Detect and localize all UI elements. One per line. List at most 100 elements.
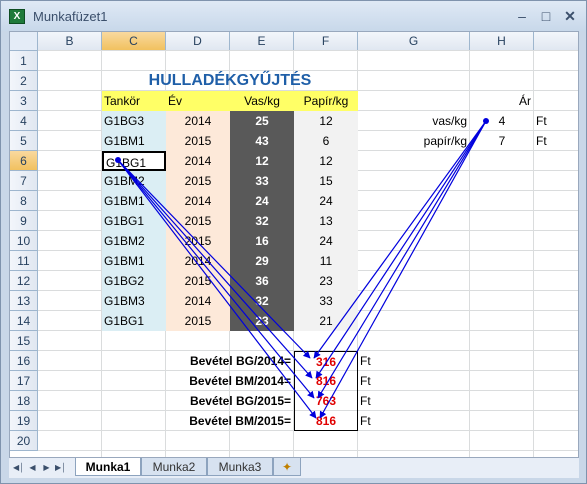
- price-value[interactable]: 7: [470, 131, 534, 151]
- row-header-16[interactable]: 16: [10, 351, 38, 371]
- revenue-unit[interactable]: Ft: [358, 411, 470, 431]
- column-header-extra[interactable]: [534, 32, 578, 51]
- cell-ev[interactable]: 2015: [166, 131, 230, 151]
- next-sheet-icon[interactable]: ▶: [41, 461, 52, 474]
- row-header-6[interactable]: 6: [10, 151, 38, 171]
- revenue-unit[interactable]: Ft: [358, 371, 470, 391]
- cell-vas[interactable]: 33: [230, 171, 294, 191]
- tab-munka1[interactable]: Munka1: [75, 458, 141, 476]
- cell-vas[interactable]: 16: [230, 231, 294, 251]
- price-value[interactable]: 4: [470, 111, 534, 131]
- cell-vas[interactable]: 32: [230, 211, 294, 231]
- revenue-unit[interactable]: Ft: [358, 391, 470, 411]
- cell-tankor[interactable]: G1BM2: [102, 231, 166, 251]
- price-label[interactable]: papír/kg: [358, 131, 470, 151]
- cell-papir[interactable]: 15: [294, 171, 358, 191]
- active-cell[interactable]: G1BG1: [102, 151, 166, 171]
- cell-papir[interactable]: 6: [294, 131, 358, 151]
- cell-ev[interactable]: 2015: [166, 231, 230, 251]
- cell-tankor[interactable]: G1BG1: [102, 211, 166, 231]
- cell-ev[interactable]: 2014: [166, 111, 230, 131]
- row-header-8[interactable]: 8: [10, 191, 38, 211]
- header-tankor[interactable]: Tankör: [102, 91, 166, 111]
- header-ev[interactable]: Év: [166, 91, 230, 111]
- worksheet-grid[interactable]: BCDEFGH 1 2 3 4 5 6 7 8 9 10 11 12 13 14 15 16 17 18 19 20 …: [9, 31, 579, 458]
- tab-munka3[interactable]: Munka3: [207, 458, 273, 476]
- cell-tankor[interactable]: G1BM1: [102, 191, 166, 211]
- price-unit[interactable]: Ft: [534, 131, 547, 151]
- revenue-value[interactable]: 816: [294, 371, 358, 391]
- cell-ev[interactable]: 2014: [166, 251, 230, 271]
- column-header-b[interactable]: B: [38, 32, 102, 51]
- revenue-label[interactable]: Bevétel BG/2014=: [166, 351, 294, 371]
- row-header-20[interactable]: 20: [10, 431, 38, 451]
- maximize-icon[interactable]: □: [535, 7, 557, 25]
- cell-tankor[interactable]: G1BM1: [102, 251, 166, 271]
- cell-tankor[interactable]: G1BM1: [102, 131, 166, 151]
- cell-papir[interactable]: 24: [294, 191, 358, 211]
- cell-tankor[interactable]: G1BM3: [102, 291, 166, 311]
- row-header-1[interactable]: 1: [10, 51, 38, 71]
- cell-ev[interactable]: 2014: [166, 291, 230, 311]
- row-header-7[interactable]: 7: [10, 171, 38, 191]
- cell-papir[interactable]: 33: [294, 291, 358, 311]
- row-header-17[interactable]: 17: [10, 371, 38, 391]
- row-header-5[interactable]: 5: [10, 131, 38, 151]
- column-header-e[interactable]: E: [230, 32, 294, 51]
- revenue-value[interactable]: 316: [294, 351, 358, 371]
- row-header-15[interactable]: 15: [10, 331, 38, 351]
- row-header-3[interactable]: 3: [10, 91, 38, 111]
- cell-vas[interactable]: 43: [230, 131, 294, 151]
- cell-vas[interactable]: 36: [230, 271, 294, 291]
- row-header-12[interactable]: 12: [10, 271, 38, 291]
- header-vas[interactable]: Vas/kg: [230, 91, 294, 111]
- insert-sheet-icon[interactable]: ✦: [273, 458, 301, 476]
- cell-ev[interactable]: 2015: [166, 211, 230, 231]
- minimize-icon[interactable]: –: [511, 7, 533, 25]
- cell-papir[interactable]: 23: [294, 271, 358, 291]
- row-header-9[interactable]: 9: [10, 211, 38, 231]
- sheet-title[interactable]: HULLADÉKGYŰJTÉS: [102, 71, 358, 91]
- revenue-unit[interactable]: Ft: [358, 351, 470, 371]
- cell-vas[interactable]: 23: [230, 311, 294, 331]
- header-papir[interactable]: Papír/kg: [294, 91, 358, 111]
- row-header-10[interactable]: 10: [10, 231, 38, 251]
- revenue-label[interactable]: Bevétel BM/2015=: [166, 411, 294, 431]
- column-header-f[interactable]: F: [294, 32, 358, 51]
- cell-vas[interactable]: 29: [230, 251, 294, 271]
- last-sheet-icon[interactable]: ▶│: [55, 461, 66, 474]
- price-unit[interactable]: Ft: [534, 111, 547, 131]
- price-header[interactable]: Ár: [358, 91, 534, 111]
- cell-papir[interactable]: 11: [294, 251, 358, 271]
- row-header-19[interactable]: 19: [10, 411, 38, 431]
- cell-ev[interactable]: 2015: [166, 271, 230, 291]
- row-header-13[interactable]: 13: [10, 291, 38, 311]
- select-all-corner[interactable]: [10, 32, 38, 51]
- cell-vas[interactable]: 24: [230, 191, 294, 211]
- first-sheet-icon[interactable]: ◀│: [13, 461, 24, 474]
- column-header-c[interactable]: C: [102, 32, 166, 51]
- cell-vas[interactable]: 12: [230, 151, 294, 171]
- row-header-4[interactable]: 4: [10, 111, 38, 131]
- revenue-label[interactable]: Bevétel BM/2014=: [166, 371, 294, 391]
- row-header-18[interactable]: 18: [10, 391, 38, 411]
- row-header-11[interactable]: 11: [10, 251, 38, 271]
- row-header-14[interactable]: 14: [10, 311, 38, 331]
- cell-papir[interactable]: 12: [294, 111, 358, 131]
- revenue-value[interactable]: 816: [294, 411, 358, 431]
- column-header-g[interactable]: G: [358, 32, 470, 51]
- tab-munka2[interactable]: Munka2: [141, 458, 207, 476]
- cell-ev[interactable]: 2015: [166, 311, 230, 331]
- cell-tankor[interactable]: G1BG3: [102, 111, 166, 131]
- cell-ev[interactable]: 2015: [166, 171, 230, 191]
- cell-papir[interactable]: 24: [294, 231, 358, 251]
- column-header-h[interactable]: H: [470, 32, 534, 51]
- row-header-2[interactable]: 2: [10, 71, 38, 91]
- cell-tankor[interactable]: G1BG2: [102, 271, 166, 291]
- revenue-value[interactable]: 763: [294, 391, 358, 411]
- cell-tankor[interactable]: G1BM2: [102, 171, 166, 191]
- cell-papir[interactable]: 21: [294, 311, 358, 331]
- close-icon[interactable]: ✕: [559, 7, 581, 25]
- excel-icon[interactable]: X: [9, 9, 25, 24]
- cell-vas[interactable]: 25: [230, 111, 294, 131]
